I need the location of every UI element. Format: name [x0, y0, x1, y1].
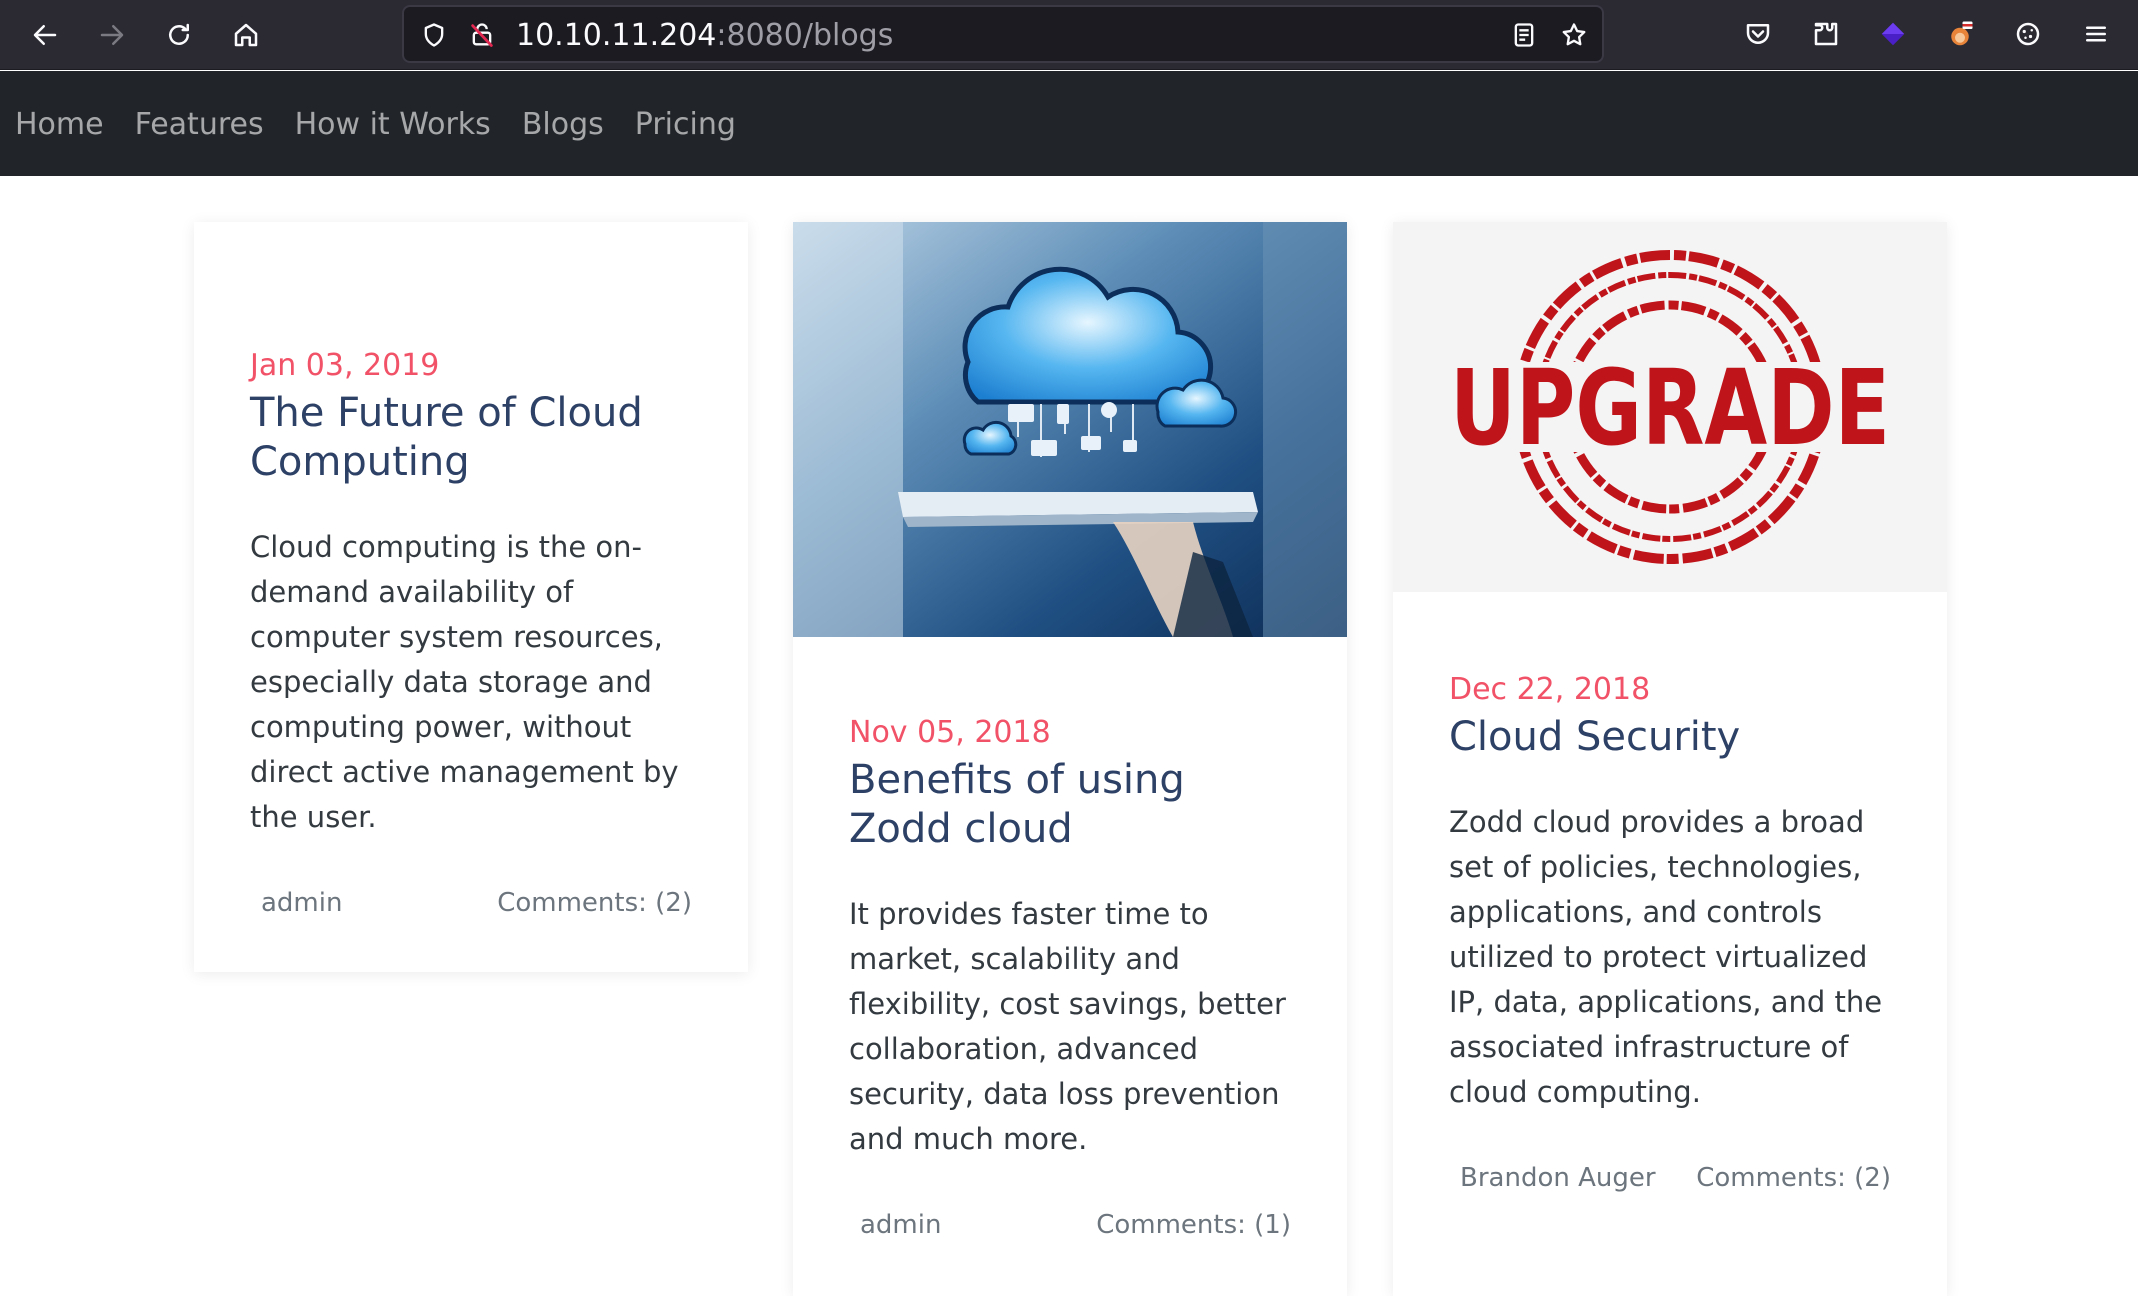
post-title[interactable]: Cloud Security: [1449, 713, 1891, 762]
blog-card: UPGRADE Dec 22, 2018 Cloud Security Zodd…: [1393, 222, 1947, 1296]
insecure-lock-icon[interactable]: [466, 19, 498, 51]
post-author[interactable]: Brandon Auger: [1460, 1163, 1656, 1193]
nav-pricing[interactable]: Pricing: [635, 105, 736, 145]
home-icon[interactable]: [226, 15, 266, 55]
post-meta: admin Comments: (1): [849, 1210, 1291, 1240]
post-title[interactable]: The Future of Cloud Computing: [250, 389, 692, 487]
nav-home[interactable]: Home: [15, 105, 104, 145]
extension-foxyproxy-icon[interactable]: [1940, 14, 1980, 54]
post-description: It provides faster time to market, scala…: [849, 897, 1286, 1156]
post-comments[interactable]: Comments: (1): [1096, 1210, 1291, 1240]
reload-icon[interactable]: [159, 15, 199, 55]
nav-features[interactable]: Features: [135, 105, 264, 145]
post-date: Nov 05, 2018: [849, 715, 1051, 750]
post-description: Zodd cloud provides a broad set of polic…: [1449, 805, 1883, 1109]
post-author[interactable]: admin: [860, 1210, 941, 1240]
back-icon[interactable]: [25, 15, 65, 55]
browser-toolbar: 10.10.11.204:8080/blogs: [0, 0, 2138, 70]
cookie-icon[interactable]: [2008, 14, 2048, 54]
nav-blogs[interactable]: Blogs: [522, 105, 604, 145]
menu-icon[interactable]: [2076, 14, 2116, 54]
shield-icon[interactable]: [418, 19, 450, 51]
post-date: Jan 03, 2019: [250, 348, 440, 383]
nav-how-it-works[interactable]: How it Works: [295, 105, 491, 145]
upgrade-stamp-image[interactable]: UPGRADE: [1393, 222, 1947, 592]
post-comments[interactable]: Comments: (2): [1696, 1163, 1891, 1193]
bookmark-star-icon[interactable]: [1558, 19, 1590, 51]
pocket-icon[interactable]: [1738, 14, 1778, 54]
url-bar[interactable]: 10.10.11.204:8080/blogs: [402, 5, 1604, 63]
post-meta: Brandon Auger Comments: (2): [1449, 1163, 1891, 1193]
post-author[interactable]: admin: [261, 888, 342, 918]
blog-card: Jan 03, 2019 The Future of Cloud Computi…: [194, 222, 748, 972]
post-title[interactable]: Benefits of using Zodd cloud: [849, 756, 1291, 854]
site-navbar: Home Features How it Works Blogs Pricing: [0, 71, 2138, 176]
blog-card: Nov 05, 2018 Benefits of using Zodd clou…: [793, 222, 1347, 1296]
post-description: Cloud computing is the on-demand availab…: [250, 530, 679, 834]
post-meta: admin Comments: (2): [250, 888, 692, 918]
post-date: Dec 22, 2018: [1449, 672, 1651, 707]
upgrade-stamp-illustration: UPGRADE: [1448, 250, 1893, 564]
reader-view-icon[interactable]: [1508, 19, 1540, 51]
extensions-icon[interactable]: [1806, 14, 1846, 54]
url-text[interactable]: 10.10.11.204:8080/blogs: [516, 19, 893, 53]
post-comments[interactable]: Comments: (2): [497, 888, 692, 918]
stamp-text: UPGRADE: [1450, 347, 1890, 469]
cloud-tablet-illustration: [793, 222, 1347, 637]
forward-icon[interactable]: [92, 15, 132, 55]
extension-purple-icon[interactable]: [1873, 14, 1913, 54]
cloud-tablet-image[interactable]: [793, 222, 1347, 637]
